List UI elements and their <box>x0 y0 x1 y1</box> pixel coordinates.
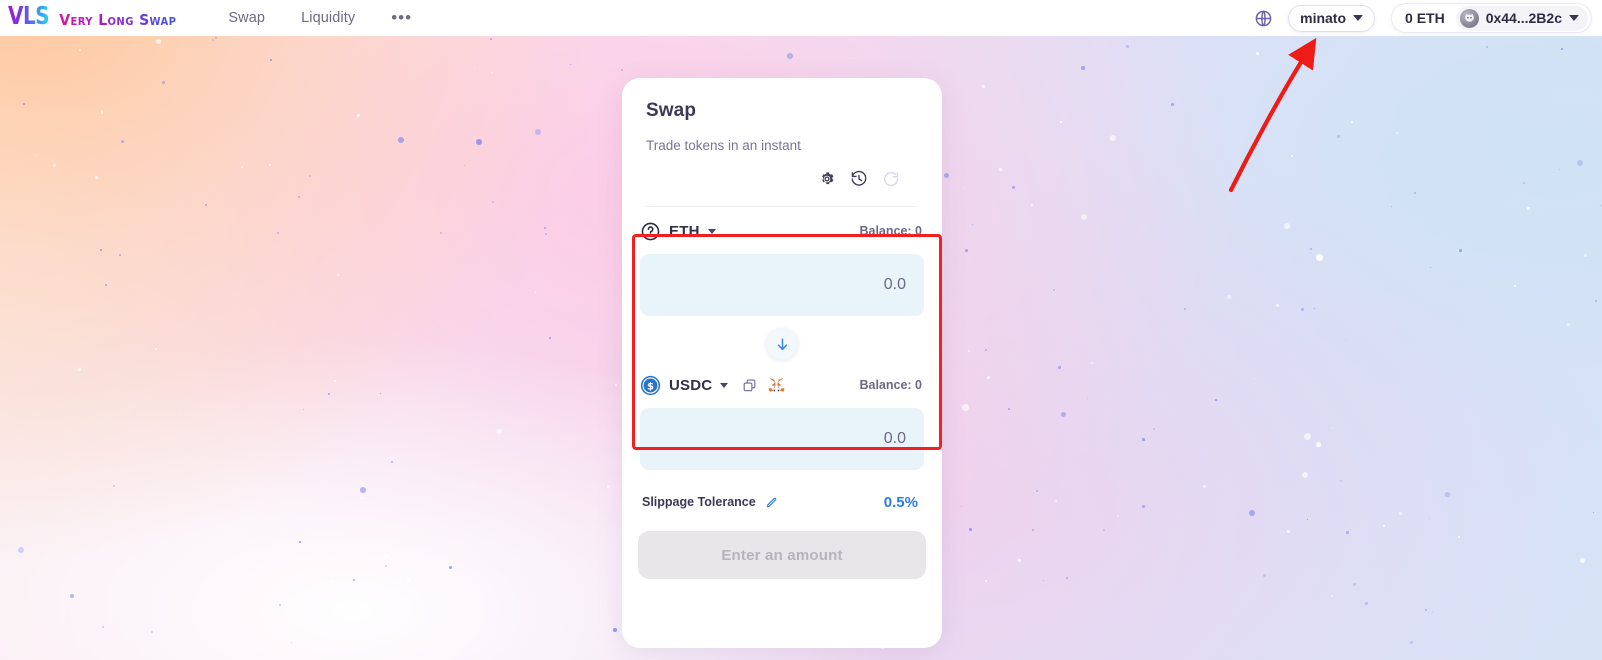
card-divider <box>646 206 918 207</box>
account-button[interactable]: 0x44...2B2c <box>1455 5 1588 31</box>
settings-icon[interactable] <box>818 170 836 188</box>
chevron-down-icon <box>1569 15 1579 21</box>
network-label: minato <box>1300 10 1347 26</box>
wallet-avatar-icon <box>1459 8 1479 28</box>
nav-item-liquidity[interactable]: Liquidity <box>301 10 355 26</box>
wallet-group: 0 ETH 0x44...2B2c <box>1391 3 1592 33</box>
swap-card-header: Swap Trade tokens in an instant <box>622 78 942 207</box>
to-token-selector[interactable]: $ USDC <box>640 375 729 396</box>
slippage-value: 0.5% <box>883 493 918 511</box>
wallet-balance: 0 ETH <box>1405 10 1445 26</box>
nav-more-button[interactable]: ••• <box>391 9 412 26</box>
wallet-address: 0x44...2B2c <box>1485 10 1562 26</box>
unknown-token-icon <box>640 221 661 242</box>
switch-direction-wrap <box>622 328 942 360</box>
submit-swap-button[interactable]: Enter an amount <box>638 531 926 579</box>
to-balance-label: Balance: 0 <box>859 378 922 392</box>
svg-text:$: $ <box>647 381 654 392</box>
swap-card: Swap Trade tokens in an instant ETH Bala… <box>622 78 942 648</box>
to-token-symbol: USDC <box>669 376 713 394</box>
refresh-icon[interactable] <box>882 170 900 188</box>
slippage-label: Slippage Tolerance <box>642 495 756 509</box>
from-token-row: ETH Balance: 0 <box>622 216 942 246</box>
from-balance-label: Balance: 0 <box>859 224 922 238</box>
globe-icon[interactable] <box>1250 5 1276 31</box>
app-logo[interactable]: VLS Very Long Swap <box>8 2 177 30</box>
chevron-down-icon <box>1353 15 1364 21</box>
logo-mark: VLS <box>8 1 50 30</box>
from-amount-input[interactable] <box>640 254 924 316</box>
to-token-row: $ USDC Balance: 0 <box>622 370 942 400</box>
from-token-symbol: ETH <box>669 222 700 240</box>
usdc-token-icon: $ <box>640 375 661 396</box>
header-right-cluster: minato 0 ETH 0x44...2B2c <box>1250 3 1602 33</box>
slippage-row: Slippage Tolerance 0.5% <box>622 492 942 512</box>
metamask-fox-icon[interactable] <box>768 377 785 393</box>
nav-item-swap[interactable]: Swap <box>228 10 265 26</box>
caret-down-icon <box>720 382 729 388</box>
history-icon[interactable] <box>850 170 868 188</box>
logo-wordmark: Very Long Swap <box>59 12 177 30</box>
swap-card-subtitle: Trade tokens in an instant <box>646 138 801 153</box>
page-title: Swap <box>646 100 697 121</box>
to-amount-input[interactable] <box>640 408 924 470</box>
caret-down-icon <box>707 228 716 234</box>
switch-direction-button[interactable] <box>766 328 798 360</box>
copy-icon[interactable] <box>742 378 757 393</box>
network-selector[interactable]: minato <box>1288 4 1376 32</box>
app-header: VLS Very Long Swap Swap Liquidity ••• mi… <box>0 0 1602 36</box>
main-nav: Swap Liquidity ••• <box>228 9 412 26</box>
from-token-selector[interactable]: ETH <box>640 221 716 242</box>
swap-card-toolbar <box>646 170 918 188</box>
pencil-icon[interactable] <box>765 496 778 509</box>
